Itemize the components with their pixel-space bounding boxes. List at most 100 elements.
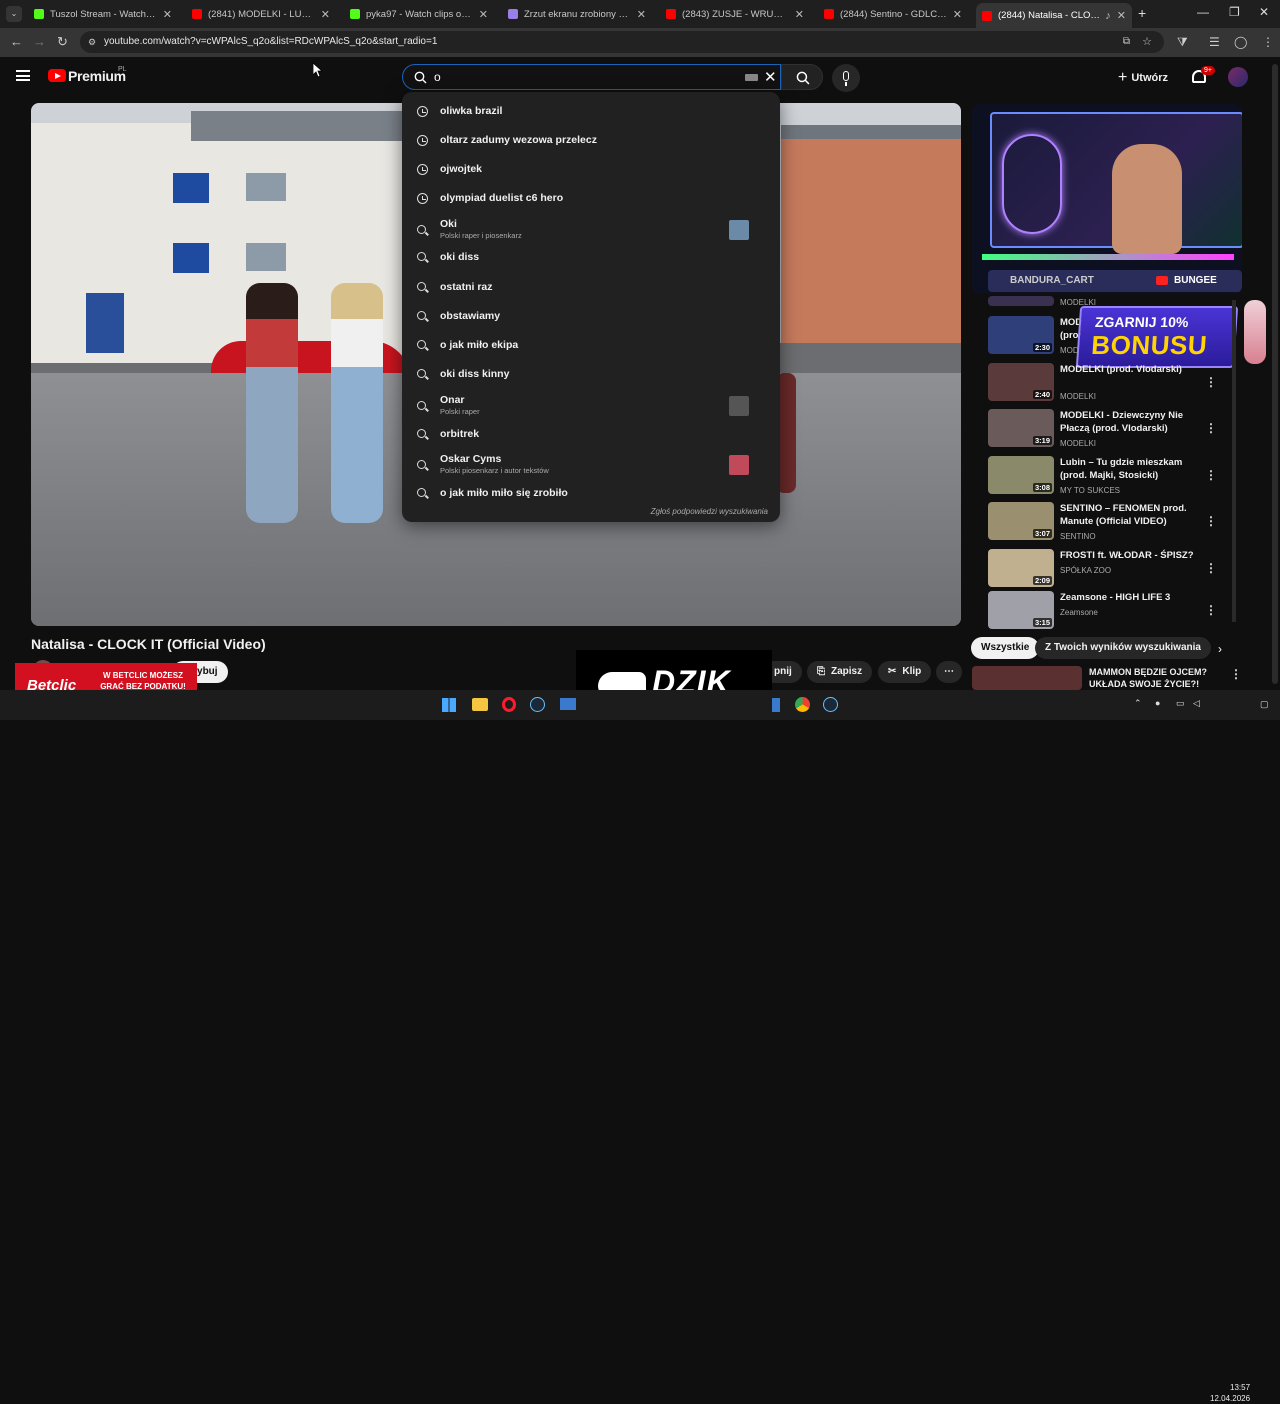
youtube-logo-icon[interactable] xyxy=(48,69,66,82)
microphone-tray-icon[interactable]: ● xyxy=(1155,698,1160,708)
more-actions-icon[interactable]: ⋮ xyxy=(1205,375,1217,389)
bonus-promo-banner[interactable]: ZGARNIJ 10% BONUSU xyxy=(1075,306,1239,368)
file-explorer-icon[interactable] xyxy=(472,698,488,711)
app-icon[interactable] xyxy=(772,698,780,712)
chip-from-search[interactable]: Z Twoich wyników wyszukiwania xyxy=(1035,637,1211,659)
install-app-icon[interactable]: ⧉ xyxy=(1123,31,1130,53)
profile-icon[interactable]: ◯ xyxy=(1234,35,1247,49)
notifications-tray-icon[interactable]: ▢ xyxy=(1260,699,1269,710)
tab-search-button[interactable]: ⌄ xyxy=(6,6,22,22)
clip-button[interactable]: ✂ Klip xyxy=(878,661,932,683)
video-title: Natalisa - CLOCK IT (Official Video) xyxy=(31,636,266,652)
keyboard-icon[interactable] xyxy=(745,74,758,81)
search-icon xyxy=(417,401,426,410)
close-tab-icon[interactable]: ✕ xyxy=(321,8,330,21)
url-field[interactable]: ⚙ youtube.com/watch?v=cWPAlcS_q2o&list=R… xyxy=(80,31,1164,53)
more-actions-icon[interactable]: ⋮ xyxy=(1230,667,1242,681)
address-bar-row: ⚙ youtube.com/watch?v=cWPAlcS_q2o&list=R… xyxy=(0,28,1280,57)
back-icon[interactable]: ← xyxy=(10,34,23,49)
voice-search-button[interactable] xyxy=(832,64,860,92)
suggestion-item[interactable]: Onar Polski raper xyxy=(402,394,780,420)
close-tab-icon[interactable]: ✕ xyxy=(637,8,646,21)
browser-tab[interactable]: Tuszol Stream - Watch Live on K✕ xyxy=(28,3,178,25)
more-actions-icon[interactable]: ⋮ xyxy=(1205,603,1217,617)
more-actions-icon[interactable]: ⋮ xyxy=(1205,421,1217,435)
browser-tab[interactable]: pyka97 - Watch clips on Kick✕ xyxy=(344,3,494,25)
playlist-scrollbar[interactable] xyxy=(1232,300,1236,622)
bookmark-star-icon[interactable]: ☆ xyxy=(1142,31,1152,53)
windows-start-icon[interactable] xyxy=(442,698,456,712)
report-suggestions-link[interactable]: Zgłoś podpowiedzi wyszukiwania xyxy=(651,507,768,516)
suggestion-item[interactable]: orbitrek xyxy=(402,422,780,448)
chevron-right-icon[interactable]: › xyxy=(1218,642,1222,656)
suggestion-item[interactable]: oki diss xyxy=(402,245,780,271)
save-button[interactable]: ⎘ Zapisz xyxy=(807,661,873,683)
create-button[interactable]: + Utwórz xyxy=(1118,68,1168,86)
suggestion-item[interactable]: olympiad duelist c6 hero xyxy=(402,186,780,212)
site-info-icon[interactable]: ⚙ xyxy=(88,31,96,53)
recommendation-item[interactable]: 3:08 Lubin – Tu gdzie mieszkam (prod. Ma… xyxy=(988,456,1238,500)
steam-icon[interactable] xyxy=(823,697,838,712)
page-scrollbar[interactable] xyxy=(1272,64,1278,684)
browser-tab-active[interactable]: (2844) Natalisa - CLOCK IT♪✕ xyxy=(976,3,1132,28)
search-input[interactable]: o ✕ xyxy=(402,64,781,90)
system-clock[interactable]: 13:57 12.04.2026 xyxy=(1210,1382,1250,1404)
speaker-icon[interactable]: ♪ xyxy=(1105,10,1111,22)
suggestion-item[interactable]: ostatni raz xyxy=(402,275,780,301)
search-icon xyxy=(417,340,426,349)
search-button[interactable] xyxy=(781,64,823,90)
suggestion-item[interactable]: o jak miło miło się zrobiło xyxy=(402,481,780,507)
new-tab-button[interactable]: + xyxy=(1138,5,1146,21)
suggestion-item[interactable]: ojwojtek xyxy=(402,157,780,183)
suggestion-item[interactable]: oki diss kinny xyxy=(402,362,780,388)
browser-tab[interactable]: (2844) Sentino - GDLC prod. PL✕ xyxy=(818,3,968,25)
close-tab-icon[interactable]: ✕ xyxy=(163,8,172,21)
tray-chevron-icon[interactable]: ⌃ xyxy=(1134,698,1142,709)
kick-icon xyxy=(34,9,44,19)
network-icon[interactable]: ▭ xyxy=(1176,698,1185,709)
speaker-icon[interactable]: ◁ xyxy=(1193,698,1200,709)
more-actions-icon[interactable]: ⋮ xyxy=(1205,514,1217,528)
more-actions-icon[interactable]: ⋮ xyxy=(1205,561,1217,575)
forward-icon[interactable]: → xyxy=(33,34,46,49)
right-roof xyxy=(781,125,961,139)
close-window-button[interactable]: ✕ xyxy=(1259,5,1269,19)
close-tab-icon[interactable]: ✕ xyxy=(479,8,488,21)
browser-tab[interactable]: Zrzut ekranu zrobiony przez Lig✕ xyxy=(502,3,652,25)
extensions-icon[interactable]: ⧩ xyxy=(1177,35,1188,50)
minimize-button[interactable]: — xyxy=(1197,5,1209,19)
suggestion-item[interactable]: Oki Polski raper i piosenkarz xyxy=(402,218,780,244)
chip-all[interactable]: Wszystkie xyxy=(971,637,1040,659)
recommendation-thumbnail[interactable] xyxy=(972,666,1082,690)
hamburger-menu-icon[interactable] xyxy=(16,70,30,81)
browser-tab[interactable]: (2843) ZUSJE - WRUM (prod. C✕ xyxy=(660,3,810,25)
recommendation-item[interactable]: 2:09 FROSTI ft. WŁODAR - ŚPISZ? SPÓŁKA Z… xyxy=(988,549,1238,593)
close-tab-icon[interactable]: ✕ xyxy=(953,8,962,21)
chrome-icon[interactable] xyxy=(795,697,810,712)
steam-icon[interactable] xyxy=(530,697,545,712)
window xyxy=(173,173,209,203)
recommendation-item[interactable]: 3:07 SENTINO – FENOMEN prod. Manute (Off… xyxy=(988,502,1238,546)
opera-icon[interactable] xyxy=(502,697,516,712)
recommendation-title[interactable]: MAMMON BĘDZIE OJCEM? UKŁADA SWOJE ŻYCIE?… xyxy=(1089,666,1219,690)
maximize-button[interactable]: ❐ xyxy=(1229,5,1240,19)
recommendation-item[interactable]: 3:15 Zeamsone - HIGH LIFE 3 Zeamsone ⋮ xyxy=(988,591,1238,635)
suggestion-item[interactable]: obstawiamy xyxy=(402,304,780,330)
close-tab-icon[interactable]: ✕ xyxy=(1117,9,1126,22)
clear-search-icon[interactable]: ✕ xyxy=(764,68,777,86)
browser-menu-icon[interactable]: ⋮ xyxy=(1262,35,1274,49)
recommendation-item[interactable]: 2:40 MODELKI (prod. Vlodarski) MODELKI ⋮ xyxy=(988,363,1238,407)
reload-icon[interactable]: ↻ xyxy=(57,34,68,50)
browser-tab[interactable]: (2841) MODELKI - LUBIĘ CIĘ JAK✕ xyxy=(186,3,336,25)
suggestion-item[interactable]: oliwka brazil xyxy=(402,99,780,125)
suggestion-item[interactable]: o jak miło ekipa xyxy=(402,333,780,359)
more-actions-icon[interactable]: ⋮ xyxy=(1205,468,1217,482)
recommendation-item[interactable]: 3:19 MODELKI - Dziewczyny Nie Płaczą (pr… xyxy=(988,409,1238,453)
close-tab-icon[interactable]: ✕ xyxy=(795,8,804,21)
more-actions-button[interactable]: ⋯ xyxy=(936,661,962,683)
suggestion-item[interactable]: Oskar Cyms Polski piosenkarz i autor teks… xyxy=(402,453,780,479)
reading-list-icon[interactable]: ☰ xyxy=(1209,35,1220,49)
monitor-icon[interactable] xyxy=(560,698,576,710)
account-avatar[interactable] xyxy=(1228,67,1248,87)
suggestion-item[interactable]: oltarz zadumy wezowa przelecz xyxy=(402,128,780,154)
